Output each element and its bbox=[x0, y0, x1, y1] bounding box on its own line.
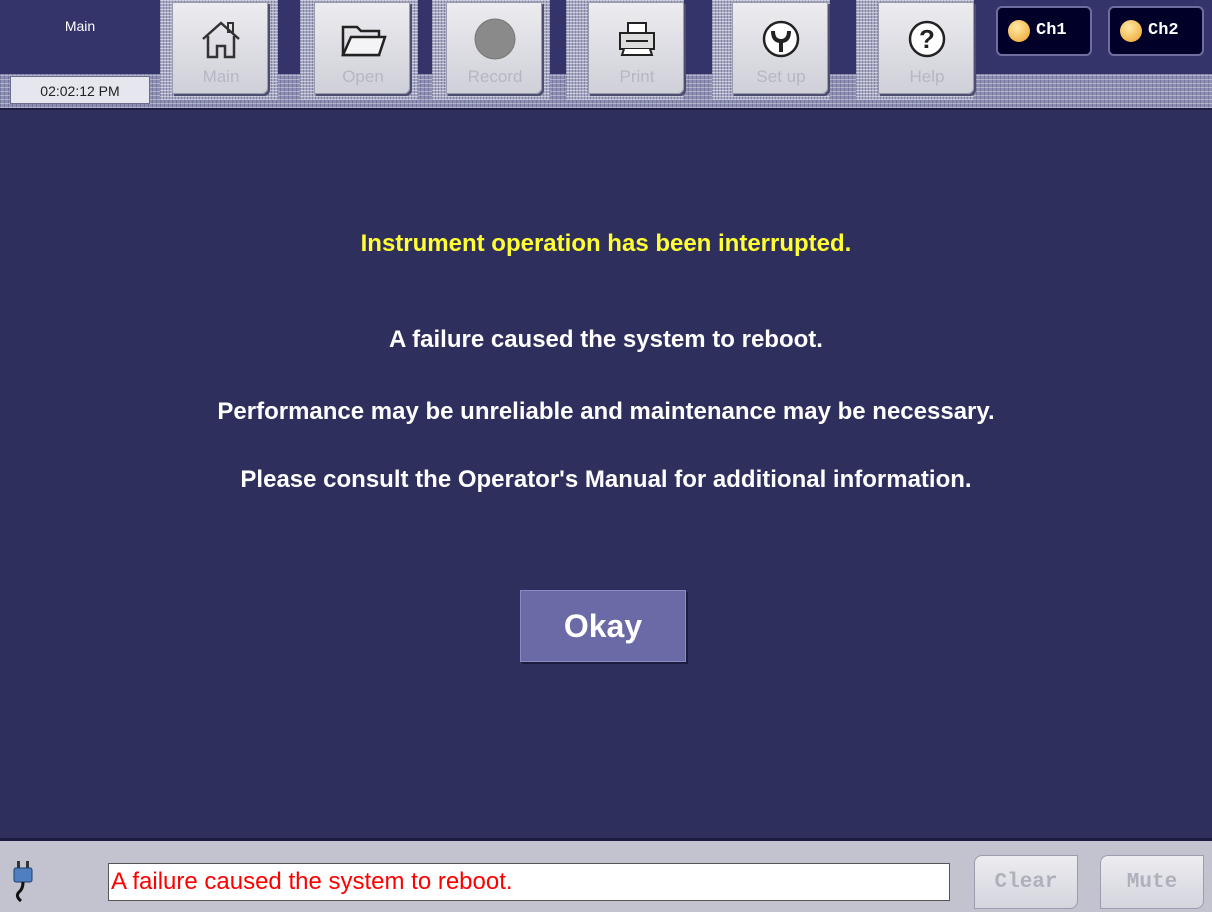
folder-icon bbox=[315, 11, 411, 67]
dialog-line-1: A failure caused the system to reboot. bbox=[389, 326, 823, 353]
status-bar: A failure caused the system to reboot. C… bbox=[0, 838, 1212, 912]
okay-button[interactable]: Okay bbox=[520, 590, 686, 662]
setup-label: Set up bbox=[756, 67, 806, 86]
top-toolbar: Main 02:02:12 PM Main Open Record Print … bbox=[0, 0, 1212, 110]
open-button[interactable]: Open bbox=[314, 2, 410, 94]
print-button[interactable]: Print bbox=[588, 2, 684, 94]
toolbar-slot-setup: Set up bbox=[712, 0, 830, 100]
ch2-label: Ch2 bbox=[1148, 21, 1179, 40]
toolbar-slot-print: Print bbox=[566, 0, 684, 100]
ch2-button[interactable]: Ch2 bbox=[1108, 6, 1204, 56]
main-button[interactable]: Main bbox=[172, 2, 268, 94]
indicator-light-icon bbox=[1008, 20, 1030, 42]
dialog-title: Instrument operation has been interrupte… bbox=[360, 230, 852, 257]
open-label: Open bbox=[342, 67, 384, 86]
indicator-light-icon bbox=[1120, 20, 1142, 42]
toolbar-slot-help: ? Help bbox=[856, 0, 974, 100]
dialog-line-3: Please consult the Operator's Manual for… bbox=[240, 466, 972, 493]
mute-button[interactable]: Mute bbox=[1100, 855, 1204, 909]
print-label: Print bbox=[619, 67, 655, 86]
setup-button[interactable]: Set up bbox=[732, 2, 828, 94]
status-message: A failure caused the system to reboot. bbox=[108, 863, 950, 901]
main-label: Main bbox=[202, 67, 240, 86]
ch1-button[interactable]: Ch1 bbox=[996, 6, 1092, 56]
power-plug-icon bbox=[10, 859, 36, 903]
help-icon: ? bbox=[879, 11, 975, 67]
wrench-icon bbox=[733, 11, 829, 67]
toolbar-slot-open: Open bbox=[300, 0, 418, 100]
clear-button[interactable]: Clear bbox=[974, 855, 1078, 909]
svg-text:?: ? bbox=[919, 24, 935, 54]
screen-name: Main bbox=[64, 18, 96, 34]
record-label: Record bbox=[467, 67, 523, 86]
toolbar-slot-main: Main bbox=[160, 0, 278, 100]
toolbar-slot-record: Record bbox=[432, 0, 550, 100]
home-icon bbox=[173, 11, 269, 67]
help-button[interactable]: ? Help bbox=[878, 2, 974, 94]
dialog-line-2: Performance may be unreliable and mainte… bbox=[217, 398, 995, 425]
record-icon bbox=[447, 11, 543, 67]
printer-icon bbox=[589, 11, 685, 67]
help-label: Help bbox=[909, 67, 945, 86]
ch1-label: Ch1 bbox=[1036, 21, 1067, 40]
clock: 02:02:12 PM bbox=[10, 76, 150, 104]
record-button[interactable]: Record bbox=[446, 2, 542, 94]
